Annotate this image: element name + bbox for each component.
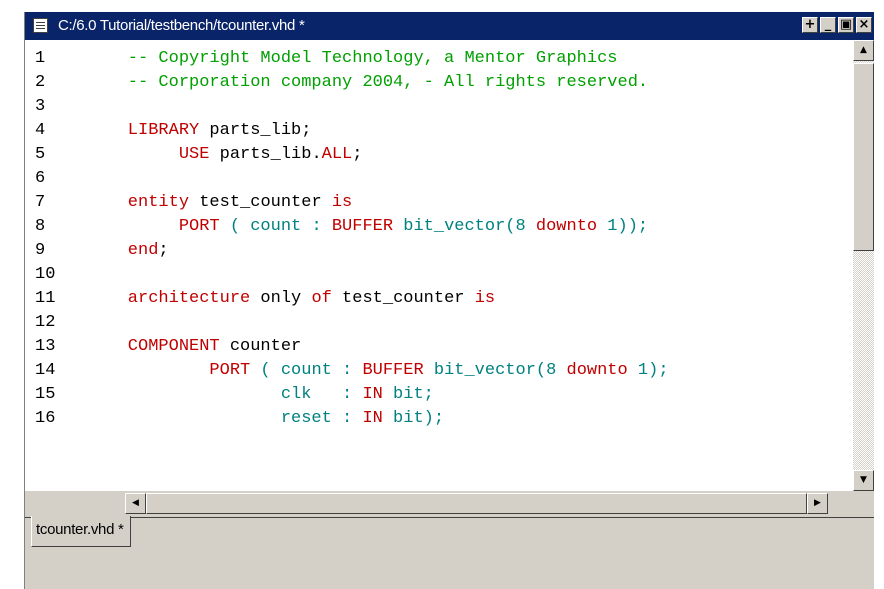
code-token: 1)); xyxy=(597,217,649,236)
code-token: end xyxy=(87,241,159,260)
code-token: only xyxy=(250,289,312,308)
tab-tcounter-vhd[interactable]: tcounter.vhd * xyxy=(31,516,131,547)
restore-button[interactable]: ▣ xyxy=(838,17,854,33)
code-token: is xyxy=(474,289,496,308)
vertical-scroll-thumb[interactable] xyxy=(853,63,874,251)
code-text: LIBRARY parts_lib; xyxy=(87,119,312,143)
code-token: ; xyxy=(158,241,169,260)
code-token: ALL xyxy=(321,145,353,164)
code-token: IN xyxy=(362,409,383,428)
scroll-down-arrow-icon[interactable]: ▼ xyxy=(853,470,874,491)
code-text: reset : IN bit); xyxy=(87,407,444,431)
code-token: bit_vector(8 xyxy=(423,361,567,380)
close-button[interactable]: × xyxy=(856,17,872,33)
line-number: 15 xyxy=(35,385,56,404)
code-text: -- Corporation company 2004, - All right… xyxy=(87,71,648,95)
line-number: 12 xyxy=(35,313,56,332)
code-token: downto xyxy=(566,361,628,380)
code-token: PORT xyxy=(87,361,251,380)
code-text: -- Copyright Model Technology, a Mentor … xyxy=(87,47,618,71)
code-token: entity xyxy=(87,193,190,212)
code-token: architecture xyxy=(87,289,251,308)
line-number: 7 xyxy=(35,193,46,212)
code-token: downto xyxy=(535,217,598,236)
code-text: architecture only of test_counter is xyxy=(87,287,495,311)
line-number: 4 xyxy=(35,121,46,140)
scroll-up-arrow-icon[interactable]: ▲ xyxy=(853,40,874,61)
code-text: end; xyxy=(87,239,169,263)
code-token: counter xyxy=(219,337,302,356)
code-token: is xyxy=(331,193,353,212)
code-text: COMPONENT counter xyxy=(87,335,301,359)
scroll-left-arrow-icon[interactable]: ◀ xyxy=(125,493,146,514)
code-token: reset : xyxy=(87,409,363,428)
code-text: entity test_counter is xyxy=(87,191,352,215)
code-token: ( count : xyxy=(250,361,363,380)
source-file-icon xyxy=(33,18,48,33)
line-number: 3 xyxy=(35,97,46,116)
code-token: BUFFER xyxy=(362,361,424,380)
code-token: ; xyxy=(352,145,363,164)
horizontal-scroll-thumb[interactable] xyxy=(146,493,807,514)
line-number: 11 xyxy=(35,289,56,308)
code-token: clk : xyxy=(87,385,363,404)
line-number: 2 xyxy=(35,73,46,92)
code-token: BUFFER xyxy=(331,217,394,236)
code-token: -- Copyright Model Technology, a Mentor … xyxy=(87,49,618,68)
line-number: 1 xyxy=(35,49,46,68)
code-token: bit; xyxy=(382,385,434,404)
code-text: USE parts_lib.ALL; xyxy=(87,143,363,167)
tab-bar: tcounter.vhd * xyxy=(25,516,874,589)
line-number: 14 xyxy=(35,361,56,380)
code-token: LIBRARY xyxy=(87,121,200,140)
line-number: 8 xyxy=(35,217,46,236)
code-token: test_counter xyxy=(189,193,332,212)
window-title: C:/6.0 Tutorial/testbench/tcounter.vhd * xyxy=(58,17,305,34)
code-text: clk : IN bit; xyxy=(87,383,434,407)
line-number: 9 xyxy=(35,241,46,260)
minimize-button[interactable]: _ xyxy=(820,17,836,33)
code-text: PORT ( count : BUFFER bit_vector(8 downt… xyxy=(87,359,669,383)
line-number: 16 xyxy=(35,409,56,428)
code-token: of xyxy=(311,289,332,308)
horizontal-scrollbar[interactable]: ◀ ▶ xyxy=(125,493,828,514)
code-token: USE xyxy=(87,145,210,164)
code-token: ( count : xyxy=(219,217,332,236)
line-number: 6 xyxy=(35,169,46,188)
horizontal-scroll-area: ◀ ▶ xyxy=(25,491,874,516)
line-number: 10 xyxy=(35,265,56,284)
tab-bar-divider xyxy=(25,517,874,518)
code-editor[interactable]: 1 -- Copyright Model Technology, a Mento… xyxy=(25,40,853,491)
code-token: parts_lib; xyxy=(199,121,312,140)
line-number: 13 xyxy=(35,337,56,356)
code-token: parts_lib. xyxy=(209,145,322,164)
line-number: 5 xyxy=(35,145,46,164)
code-token: -- Corporation company 2004, - All right… xyxy=(87,73,649,92)
code-token: bit_vector(8 xyxy=(393,217,536,236)
vertical-scrollbar[interactable]: ▲ ▼ xyxy=(853,40,874,491)
code-text: PORT ( count : BUFFER bit_vector(8 downt… xyxy=(87,215,648,239)
code-token: bit); xyxy=(382,409,445,428)
code-token: 1); xyxy=(627,361,669,380)
title-bar[interactable]: C:/6.0 Tutorial/testbench/tcounter.vhd *… xyxy=(25,12,874,40)
code-token: IN xyxy=(362,385,383,404)
dock-button[interactable]: + xyxy=(802,17,818,33)
scroll-right-arrow-icon[interactable]: ▶ xyxy=(807,493,828,514)
code-token: COMPONENT xyxy=(87,337,220,356)
code-token: PORT xyxy=(87,217,220,236)
code-token: test_counter xyxy=(331,289,475,308)
source-window: C:/6.0 Tutorial/testbench/tcounter.vhd *… xyxy=(24,12,874,589)
